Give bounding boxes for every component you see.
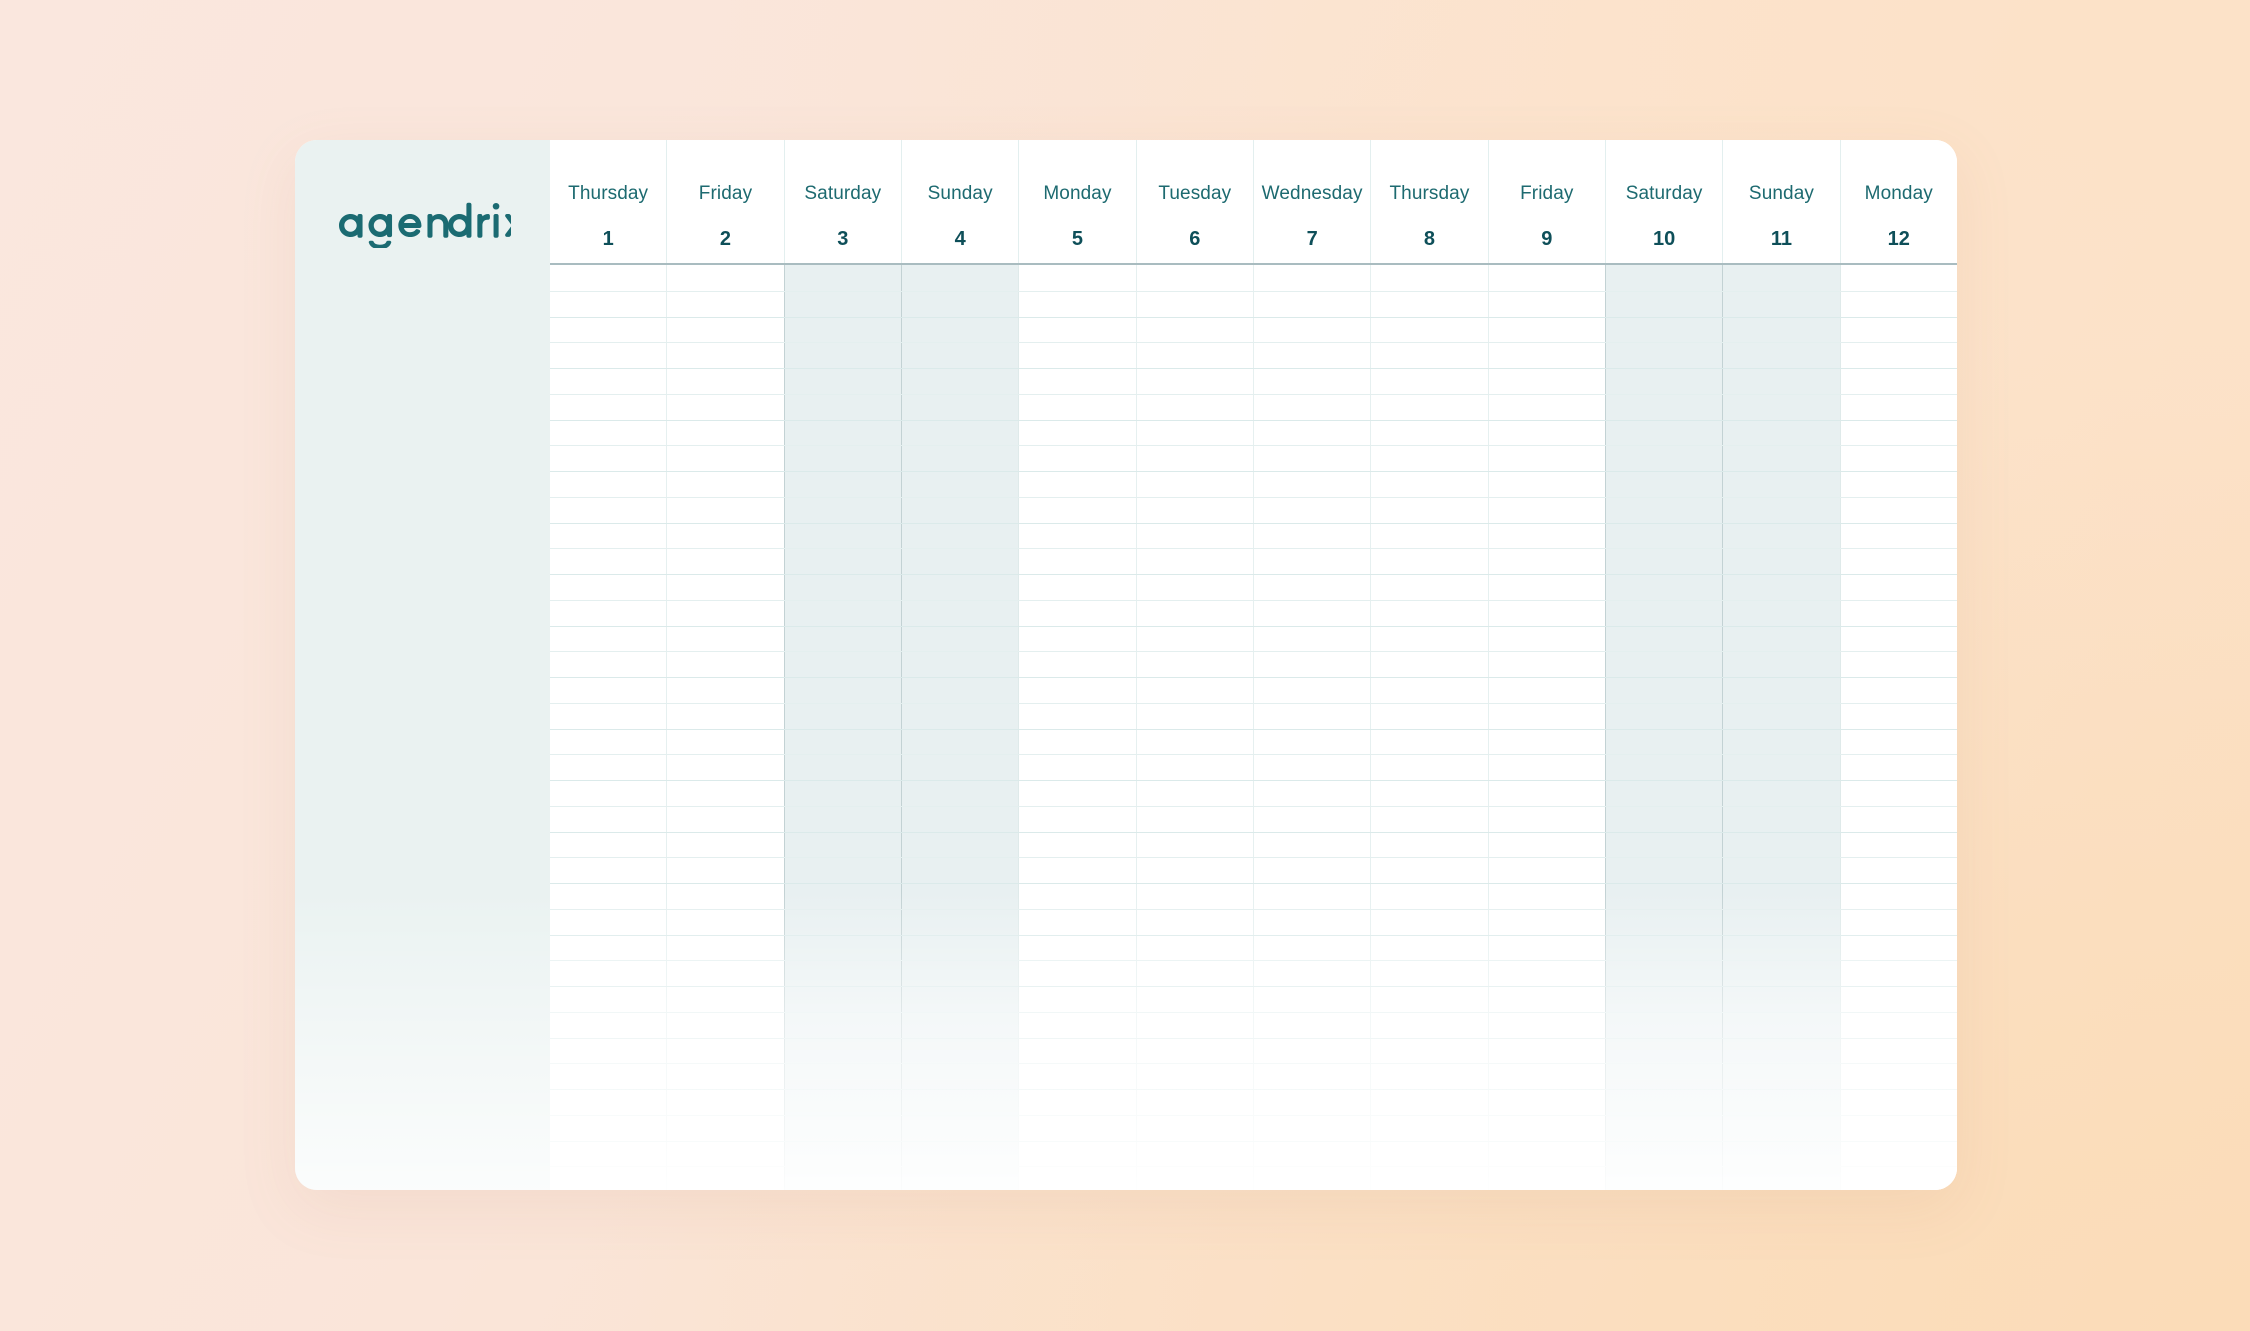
day-name-label: Tuesday	[1158, 183, 1232, 204]
day-header-row: Thursday 1 Friday 2 Saturday 3 Sunday 4 Monday 5 T…	[550, 140, 1957, 265]
day-name-label: Saturday	[1625, 183, 1703, 204]
day-header-wednesday-7[interactable]: Wednesday 7	[1252, 140, 1370, 263]
day-header-thursday-1[interactable]: Thursday 1	[550, 140, 666, 263]
day-column-4[interactable]	[900, 265, 1019, 1190]
day-column-6[interactable]	[1135, 265, 1253, 1190]
day-header-tuesday-6[interactable]: Tuesday 6	[1135, 140, 1253, 263]
day-number-label: 10	[1652, 228, 1676, 250]
day-header-sunday-4[interactable]: Sunday 4	[900, 140, 1018, 263]
day-name-label: Wednesday	[1261, 183, 1363, 204]
calendar: Thursday 1 Friday 2 Saturday 3 Sunday 4 Monday 5 T…	[550, 140, 1957, 1190]
day-column-7[interactable]	[1252, 265, 1370, 1190]
day-header-sunday-11[interactable]: Sunday 11	[1722, 140, 1839, 263]
day-header-monday-12[interactable]: Monday 12	[1839, 140, 1957, 263]
day-number-label: 11	[1770, 228, 1793, 250]
day-column-11[interactable]	[1722, 265, 1840, 1190]
sidebar-bottom-fade	[295, 890, 550, 1190]
day-name-label: Friday	[698, 183, 753, 204]
day-column-12[interactable]	[1839, 265, 1957, 1190]
agendrix-logo[interactable]	[335, 196, 511, 252]
day-column-8[interactable]	[1370, 265, 1487, 1190]
day-header-monday-5[interactable]: Monday 5	[1018, 140, 1135, 263]
day-number-label: 3	[837, 228, 849, 250]
day-number-label: 1	[602, 228, 614, 250]
sidebar	[295, 140, 550, 1190]
page-background: Thursday 1 Friday 2 Saturday 3 Sunday 4 Monday 5 T…	[0, 0, 2250, 1331]
day-header-friday-2[interactable]: Friday 2	[666, 140, 783, 263]
day-header-friday-9[interactable]: Friday 9	[1487, 140, 1605, 263]
day-number-label: 5	[1071, 228, 1084, 250]
day-number-label: 2	[719, 228, 732, 250]
day-name-label: Saturday	[804, 183, 882, 204]
day-name-label: Thursday	[568, 183, 649, 204]
day-name-label: Thursday	[1389, 183, 1470, 204]
day-number-label: 6	[1189, 228, 1201, 250]
day-name-label: Sunday	[927, 183, 993, 204]
day-name-label: Sunday	[1748, 183, 1814, 204]
day-name-label: Monday	[1864, 183, 1933, 204]
day-name-label: Friday	[1520, 183, 1574, 204]
day-header-saturday-10[interactable]: Saturday 10	[1604, 140, 1722, 263]
day-header-saturday-3[interactable]: Saturday 3	[783, 140, 901, 263]
day-column-1[interactable]	[550, 265, 666, 1190]
day-number-label: 12	[1887, 228, 1910, 250]
day-number-label: 7	[1306, 228, 1318, 250]
day-columns	[550, 265, 1957, 1190]
day-column-9[interactable]	[1487, 265, 1605, 1190]
day-column-3[interactable]	[783, 265, 901, 1190]
schedule-card: Thursday 1 Friday 2 Saturday 3 Sunday 4 Monday 5 T…	[295, 140, 1957, 1190]
day-column-10[interactable]	[1604, 265, 1723, 1190]
day-number-label: 8	[1423, 228, 1436, 250]
day-number-label: 9	[1541, 228, 1553, 250]
agendrix-logo-icon	[339, 202, 511, 248]
day-column-2[interactable]	[666, 265, 783, 1190]
day-column-5[interactable]	[1018, 265, 1135, 1190]
day-header-thursday-8[interactable]: Thursday 8	[1370, 140, 1487, 263]
calendar-grid	[550, 265, 1957, 1190]
day-number-label: 4	[954, 228, 966, 250]
day-name-label: Monday	[1043, 183, 1112, 204]
